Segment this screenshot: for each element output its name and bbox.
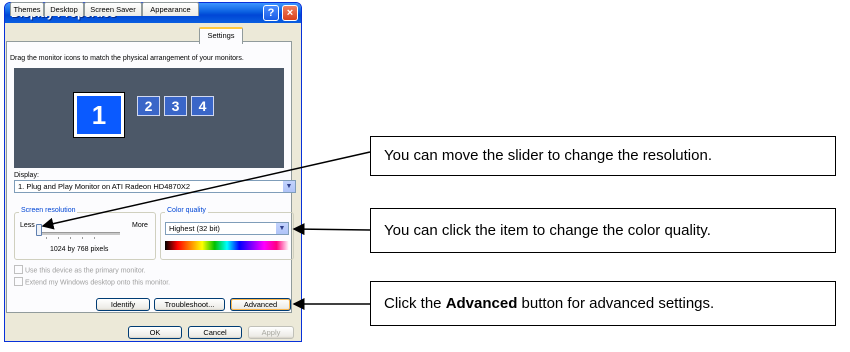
- slider-arrow: [41, 151, 371, 230]
- callout-arrows: [41, 151, 371, 310]
- tab-settings[interactable]: Settings: [199, 27, 243, 44]
- color-arrow: [292, 223, 371, 236]
